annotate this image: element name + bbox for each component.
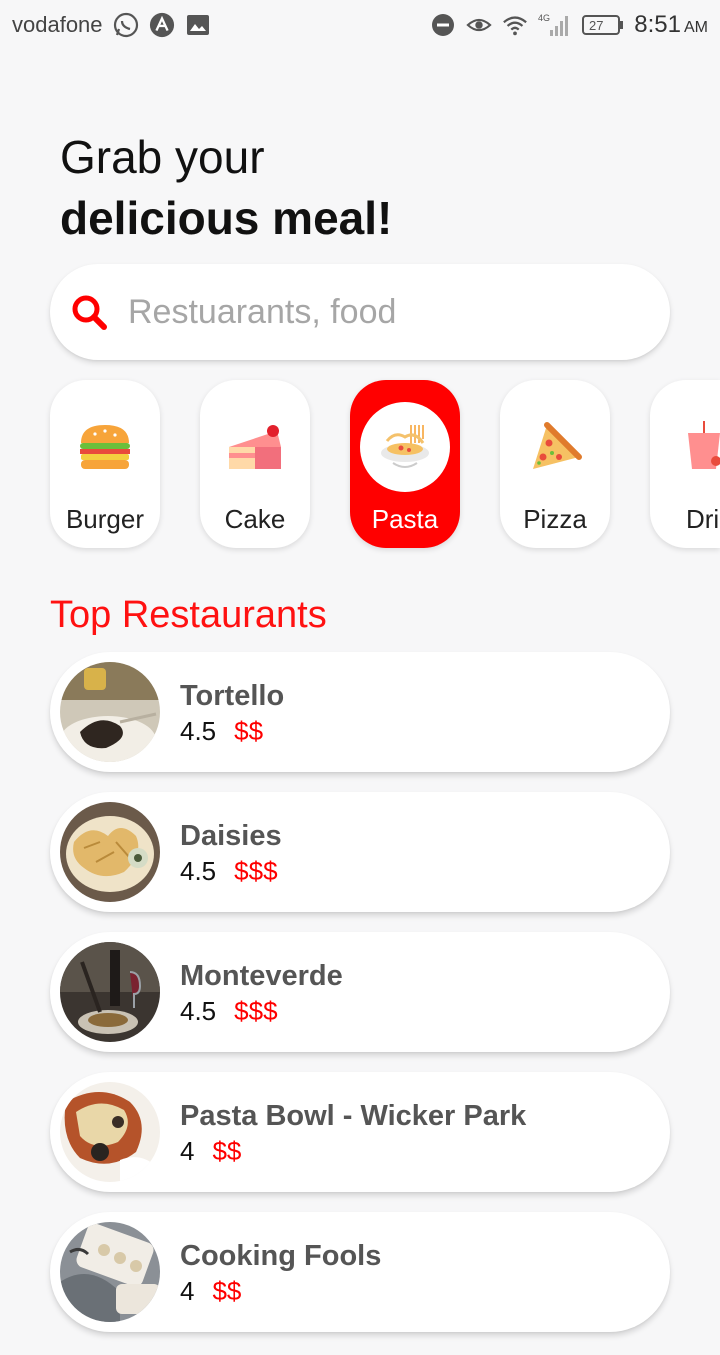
whatsapp-icon [113,12,139,38]
restaurant-price: $$ [212,1275,242,1306]
category-label: Cake [224,504,286,534]
category-pizza[interactable]: Pizza [500,380,610,548]
restaurant-list: Tortello 4.5 $$ Daisies 4.5 $$$ Monteverde… [50,652,670,1352]
category-label: Drin [686,504,720,534]
restaurant-price: $$$ [234,995,278,1026]
restaurant-price: $$ [212,1135,242,1166]
restaurant-info: Monteverde 4.5 $$$ [180,958,343,1027]
search-input[interactable] [128,292,628,332]
drink-icon [686,402,720,492]
restaurant-info: Daisies 4.5 $$$ [180,818,282,887]
restaurant-info: Pasta Bowl - Wicker Park 4 $$ [180,1098,526,1167]
category-drink[interactable]: Drin [650,380,720,548]
restaurant-meta: 4.5 $$$ [180,856,282,887]
restaurant-name: Tortello [180,679,285,712]
eye-icon [466,12,492,38]
section-title: Top Restaurants [50,594,327,636]
restaurant-photo [60,1082,160,1182]
restaurant-meta: 4 $$ [180,1136,526,1167]
restaurant-row[interactable]: Pasta Bowl - Wicker Park 4 $$ [50,1072,670,1192]
restaurant-info: Tortello 4.5 $$ [180,678,284,747]
restaurant-row[interactable]: Daisies 4.5 $$$ [50,792,670,912]
restaurant-rating: 4 [180,1275,195,1306]
wifi-icon [502,12,528,38]
category-cake[interactable]: Cake [200,380,310,548]
burger-icon [60,402,150,492]
greeting: Grab your delicious meal! [60,128,392,250]
restaurant-name: Cooking Fools [180,1239,382,1272]
app-icon [149,12,175,38]
restaurant-name: Pasta Bowl - Wicker Park [180,1099,527,1132]
restaurant-row[interactable]: Cooking Fools 4 $$ [50,1212,670,1332]
restaurant-meta: 4.5 $$$ [180,996,343,1027]
restaurant-photo [60,1222,160,1322]
restaurant-price: $$$ [234,855,278,886]
category-label: Pizza [523,504,587,534]
dnd-icon [430,12,456,38]
restaurant-name: Daisies [180,819,282,852]
restaurant-rating: 4.5 [180,995,217,1026]
category-burger[interactable]: Burger [50,380,160,548]
restaurant-rating: 4.5 [180,715,217,746]
restaurant-info: Cooking Fools 4 $$ [180,1238,381,1307]
category-label: Pasta [371,504,439,534]
restaurant-rating: 4.5 [180,855,217,886]
status-right: 4G 27 8:51 AM [430,11,708,39]
signal-icon: 4G [538,12,572,38]
svg-text:27: 27 [589,18,603,33]
battery-icon: 27 [582,12,624,38]
restaurant-meta: 4.5 $$ [180,716,284,747]
cake-icon [210,402,300,492]
category-pasta[interactable]: Pasta [350,380,460,548]
search-icon[interactable] [70,293,108,331]
restaurant-photo [60,802,160,902]
restaurant-price: $$ [234,715,264,746]
restaurant-photo [60,662,160,762]
status-left: vodafone [12,12,211,38]
greeting-line1: Grab your [60,131,265,183]
greeting-line2: delicious meal! [60,192,393,244]
clock: 8:51 AM [634,11,708,38]
svg-text:4G: 4G [538,13,550,23]
category-label: Burger [65,504,145,534]
restaurant-photo [60,942,160,1042]
status-bar: vodafone 4G 27 8:51 AM [0,0,720,50]
pasta-icon [360,402,450,492]
search-bar[interactable] [50,264,670,360]
restaurant-meta: 4 $$ [180,1276,381,1307]
restaurant-rating: 4 [180,1135,195,1166]
image-icon [185,12,211,38]
restaurant-row[interactable]: Tortello 4.5 $$ [50,652,670,772]
carrier-label: vodafone [12,12,103,37]
restaurant-name: Monteverde [180,959,343,992]
pizza-icon [510,402,600,492]
category-list: Burger Cake Pasta Pizza Drin [50,380,720,548]
restaurant-row[interactable]: Monteverde 4.5 $$$ [50,932,670,1052]
